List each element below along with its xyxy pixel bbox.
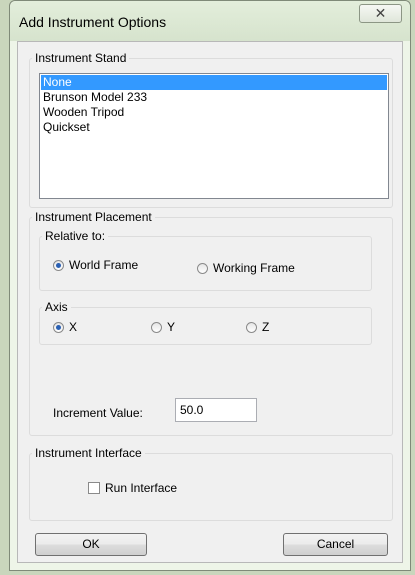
working-frame-radio[interactable]: Working Frame: [197, 261, 295, 275]
cancel-button[interactable]: Cancel: [283, 533, 388, 556]
list-item[interactable]: Brunson Model 233: [41, 90, 387, 105]
instrument-interface-group: Instrument Interface Run Interface: [29, 446, 393, 521]
axis-z-label: Z: [262, 320, 270, 334]
increment-value-input[interactable]: [175, 398, 257, 422]
ok-button[interactable]: OK: [35, 533, 147, 556]
close-button[interactable]: ✕: [359, 4, 402, 23]
working-frame-label: Working Frame: [213, 261, 295, 275]
dialog-window: Add Instrument Options ✕ Instrument Stan…: [9, 0, 411, 571]
radio-checked-icon: [53, 259, 64, 271]
radio-unchecked-icon: [197, 262, 208, 274]
instrument-stand-group: Instrument Stand None Brunson Model 233 …: [29, 51, 393, 208]
relative-to-legend: Relative to:: [45, 229, 106, 243]
radio-unchecked-icon: [246, 321, 257, 333]
list-item[interactable]: Quickset: [41, 120, 387, 135]
axis-x-radio[interactable]: X: [53, 320, 77, 334]
instrument-stand-legend: Instrument Stand: [35, 51, 127, 65]
radio-unchecked-icon: [151, 321, 162, 333]
close-icon: ✕: [374, 5, 387, 21]
title-bar[interactable]: Add Instrument Options ✕: [10, 1, 410, 41]
dialog-body: Instrument Stand None Brunson Model 233 …: [17, 41, 403, 563]
axis-y-label: Y: [167, 320, 176, 334]
world-frame-label: World Frame: [69, 258, 139, 272]
instrument-stand-list[interactable]: None Brunson Model 233 Wooden Tripod Qui…: [39, 73, 389, 199]
run-interface-checkbox[interactable]: Run Interface: [88, 481, 177, 495]
world-frame-radio[interactable]: World Frame: [53, 258, 138, 272]
axis-group: Axis X Y Z: [39, 300, 372, 345]
axis-x-label: X: [69, 320, 78, 334]
instrument-interface-legend: Instrument Interface: [35, 446, 142, 460]
instrument-placement-group: Instrument Placement Relative to: World …: [29, 210, 393, 436]
axis-z-radio[interactable]: Z: [246, 320, 269, 334]
list-item[interactable]: Wooden Tripod: [41, 105, 387, 120]
instrument-placement-legend: Instrument Placement: [35, 210, 152, 224]
axis-legend: Axis: [45, 300, 68, 314]
relative-to-group: Relative to: World Frame Working Frame: [39, 229, 372, 291]
dialog-title: Add Instrument Options: [19, 14, 167, 30]
checkbox-unchecked-icon: [88, 482, 100, 494]
list-item[interactable]: None: [41, 75, 387, 90]
radio-checked-icon: [53, 321, 64, 333]
increment-row: Increment Value:: [39, 394, 379, 426]
axis-y-radio[interactable]: Y: [151, 320, 175, 334]
run-interface-label: Run Interface: [105, 481, 178, 495]
increment-label: Increment Value:: [53, 406, 143, 420]
